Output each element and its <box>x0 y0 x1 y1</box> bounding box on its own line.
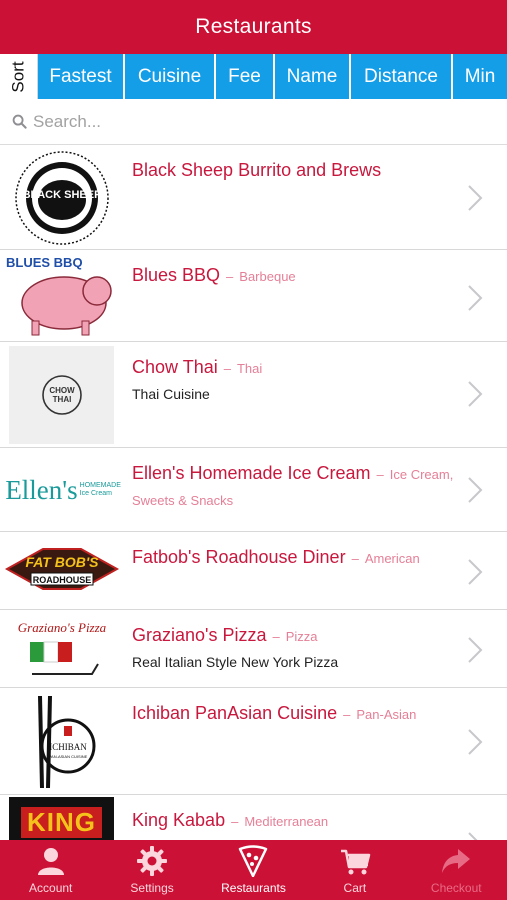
restaurant-logo: Graziano's Pizza <box>0 612 123 686</box>
restaurant-cuisine: Pan-Asian <box>356 707 417 722</box>
restaurant-info: King Kabab – Mediterranean <box>132 810 329 830</box>
restaurant-description: Real Italian Style New York Pizza <box>132 654 339 670</box>
restaurant-logo: CHOW THAI <box>9 346 114 444</box>
sort-option-distance[interactable]: Distance <box>351 54 453 99</box>
restaurant-info: Fatbob's Roadhouse Diner – American <box>132 547 420 567</box>
svg-text:BLACK SHEEP: BLACK SHEEP <box>22 189 101 201</box>
svg-text:Graziano's Pizza: Graziano's Pizza <box>17 620 106 635</box>
svg-text:BLUES BBQ: BLUES BBQ <box>6 255 83 270</box>
search-bar <box>0 99 507 145</box>
restaurant-logo: KING <box>9 797 114 840</box>
chevron-right-icon <box>468 729 483 755</box>
svg-text:FAT BOB'S: FAT BOB'S <box>25 554 99 570</box>
restaurant-name: Chow Thai <box>132 357 218 377</box>
restaurant-logo: BLUES BBQ <box>0 252 123 340</box>
tab-cart[interactable]: Cart <box>304 840 405 900</box>
sort-label: Sort <box>0 54 38 99</box>
restaurant-row[interactable]: BLUES BBQ Blues BBQ – Barbeque <box>0 250 507 342</box>
page-title: Restaurants <box>195 15 312 38</box>
restaurant-row[interactable]: CHOW THAI Chow Thai – Thai Thai Cuisine <box>0 342 507 448</box>
restaurant-name: Fatbob's Roadhouse Diner <box>132 547 346 567</box>
chevron-right-icon <box>468 381 483 407</box>
sort-option-fastest[interactable]: Fastest <box>38 54 125 99</box>
search-input[interactable] <box>33 111 483 132</box>
restaurant-name: Ellen's Homemade Ice Cream <box>132 463 371 483</box>
restaurant-info: Ichiban PanAsian Cuisine – Pan-Asian <box>132 703 417 723</box>
svg-text:THAI: THAI <box>52 395 71 404</box>
svg-text:CHOW: CHOW <box>49 386 75 395</box>
restaurant-name: Graziano's Pizza <box>132 625 267 645</box>
pizza-slice-icon <box>239 845 268 877</box>
chevron-right-icon <box>468 832 478 840</box>
nav-header: Restaurants <box>0 0 507 54</box>
restaurant-info: Black Sheep Burrito and Brews <box>132 157 462 185</box>
restaurant-description: Thai Cuisine <box>132 386 210 402</box>
sort-option-cuisine[interactable]: Cuisine <box>125 54 216 99</box>
restaurant-row[interactable]: ICHIBAN PAN-ASIAN CUISINE Ichiban PanAsi… <box>0 688 507 795</box>
tab-restaurants[interactable]: Restaurants <box>203 840 304 900</box>
tab-checkout[interactable]: Checkout <box>406 840 507 900</box>
restaurant-cuisine: Mediterranean <box>244 814 329 829</box>
share-arrow-icon <box>442 849 471 873</box>
restaurant-info: Chow Thai – Thai Thai Cuisine <box>132 354 462 402</box>
restaurant-logo: Ellen's HOMEMADE Ice Cream <box>5 474 121 505</box>
gear-icon <box>137 846 168 876</box>
sort-option-min[interactable]: Min <box>453 54 507 99</box>
restaurant-info: Graziano's Pizza – Pizza Real Italian Styl… <box>132 622 462 670</box>
restaurant-name: Ichiban PanAsian Cuisine <box>132 703 338 723</box>
sort-bar: Sort Fastest Cuisine Fee Name Distance M… <box>0 54 507 99</box>
cart-icon <box>340 849 371 875</box>
restaurant-logo: BLACK SHEEP <box>0 147 123 248</box>
chevron-right-icon <box>468 185 483 211</box>
tab-bar: Account Settings Restaurants Cart Checko… <box>0 840 507 900</box>
restaurant-cuisine: Pizza <box>285 629 318 644</box>
chevron-right-icon <box>468 285 483 311</box>
restaurant-name: Black Sheep Burrito and Brews <box>132 160 382 180</box>
restaurant-cuisine: American <box>364 551 420 566</box>
person-icon <box>37 848 64 875</box>
chevron-right-icon <box>468 559 483 585</box>
sort-option-name[interactable]: Name <box>275 54 351 99</box>
restaurant-row[interactable]: FAT BOB'S ROADHOUSE Fatbob's Roadhouse D… <box>0 532 507 610</box>
restaurant-name: Blues BBQ <box>132 265 221 285</box>
search-icon <box>12 114 27 129</box>
restaurant-name: King Kabab <box>132 810 226 830</box>
restaurant-row[interactable]: BLACK SHEEP Black Sheep Burrito and Brew… <box>0 145 507 250</box>
restaurant-row[interactable]: Ellen's HOMEMADE Ice Cream Ellen's Homem… <box>0 448 507 532</box>
restaurant-row[interactable]: Graziano's Pizza Graziano's Pizza – Pizza … <box>0 610 507 688</box>
tab-account[interactable]: Account <box>0 840 101 900</box>
svg-text:ROADHOUSE: ROADHOUSE <box>32 575 91 585</box>
restaurant-list: BLACK SHEEP Black Sheep Burrito and Brew… <box>0 145 507 840</box>
sort-option-fee[interactable]: Fee <box>216 54 275 99</box>
svg-text:PAN-ASIAN CUISINE: PAN-ASIAN CUISINE <box>48 754 87 759</box>
restaurant-cuisine: Barbeque <box>239 269 296 284</box>
restaurant-logo: FAT BOB'S ROADHOUSE <box>0 534 123 608</box>
chevron-right-icon <box>468 477 483 503</box>
restaurant-row[interactable]: KING King Kabab – Mediterranean <box>0 795 507 840</box>
tab-settings[interactable]: Settings <box>101 840 202 900</box>
restaurant-info: Ellen's Homemade Ice Cream – Ice Cream, Sw… <box>132 463 454 508</box>
restaurant-cuisine: Thai <box>236 361 263 376</box>
restaurant-logo: ICHIBAN PAN-ASIAN CUISINE <box>0 690 123 793</box>
svg-text:ICHIBAN: ICHIBAN <box>49 742 87 752</box>
chevron-right-icon <box>468 637 483 663</box>
restaurant-info: Blues BBQ – Barbeque <box>132 265 296 285</box>
